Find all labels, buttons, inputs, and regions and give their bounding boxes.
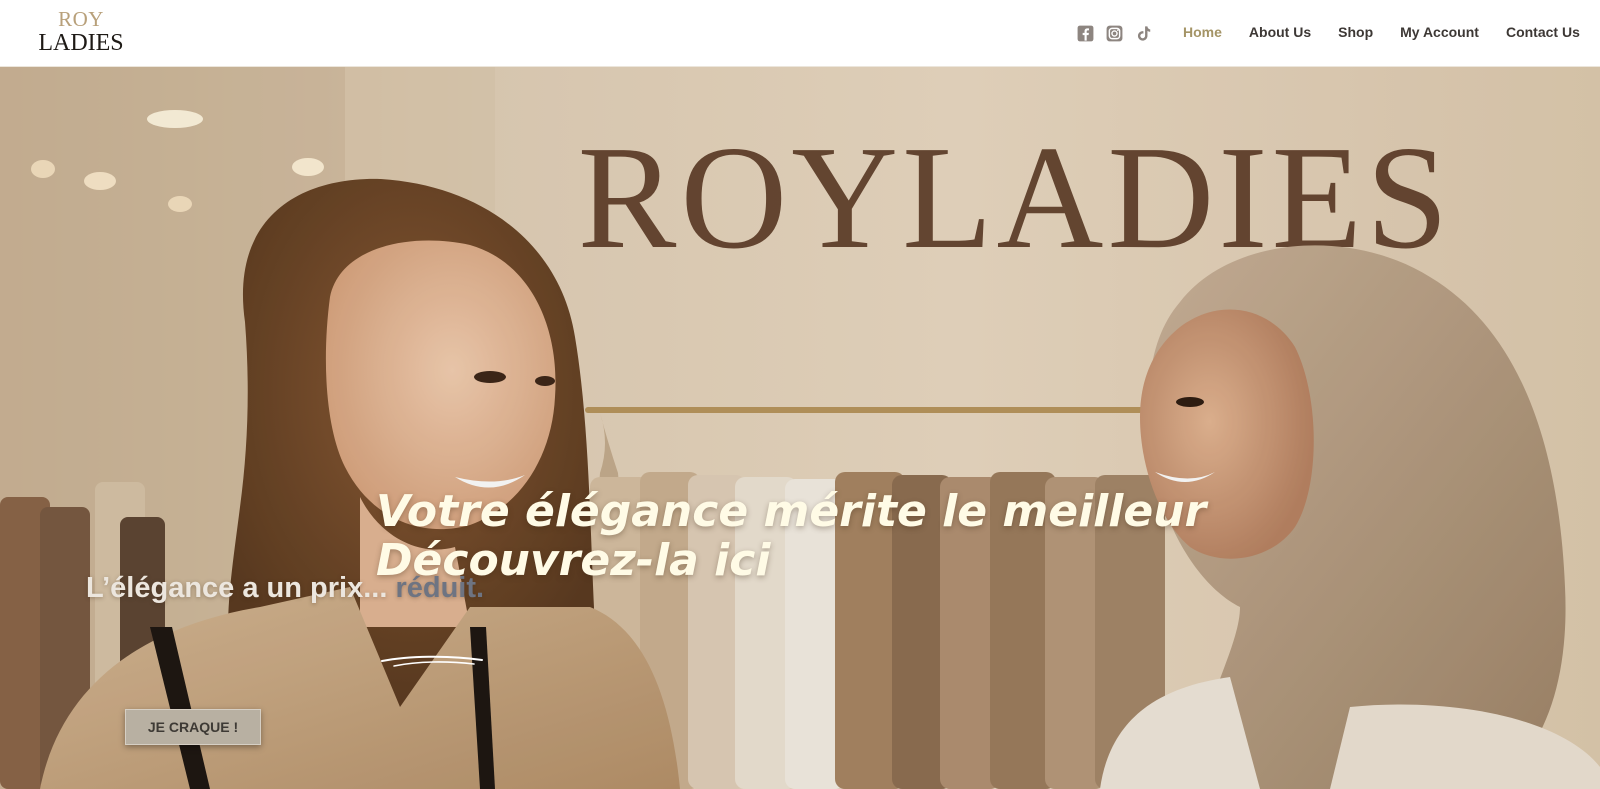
hero-background-image: ROYLADIES	[0, 67, 1600, 789]
instagram-icon[interactable]	[1105, 24, 1124, 43]
nav-about-us[interactable]: About Us	[1249, 22, 1311, 42]
social-links	[1076, 22, 1153, 44]
hero-subtitle-highlight: réduit.	[395, 572, 485, 604]
logo-line-1: ROY	[58, 7, 104, 31]
nav-contact-us[interactable]: Contact Us	[1506, 22, 1580, 42]
tiktok-icon[interactable]	[1134, 24, 1153, 43]
site-logo[interactable]: ROY LADIES	[36, 7, 126, 56]
nav-my-account[interactable]: My Account	[1400, 22, 1479, 42]
hero-subtitle: L’élégance a un prix... réduit.	[86, 572, 484, 605]
hero-section: ROYLADIES Votre élégance mérite le meill…	[0, 67, 1600, 789]
site-header: ROY LADIES Home About Us Shop My Account…	[0, 0, 1600, 67]
main-nav: Home About Us Shop My Account Contact Us	[1183, 22, 1580, 42]
nav-home[interactable]: Home	[1183, 22, 1222, 42]
je-craque-button[interactable]: JE CRAQUE !	[125, 709, 261, 745]
facebook-icon[interactable]	[1076, 24, 1095, 43]
nav-shop[interactable]: Shop	[1338, 22, 1373, 42]
highlight-underline-swoosh	[381, 655, 483, 667]
hero-title: Votre élégance mérite le meilleur Découv…	[376, 486, 1207, 586]
hero-subtitle-prefix: L’élégance a un prix...	[86, 572, 396, 604]
logo-line-2: LADIES	[38, 30, 124, 56]
